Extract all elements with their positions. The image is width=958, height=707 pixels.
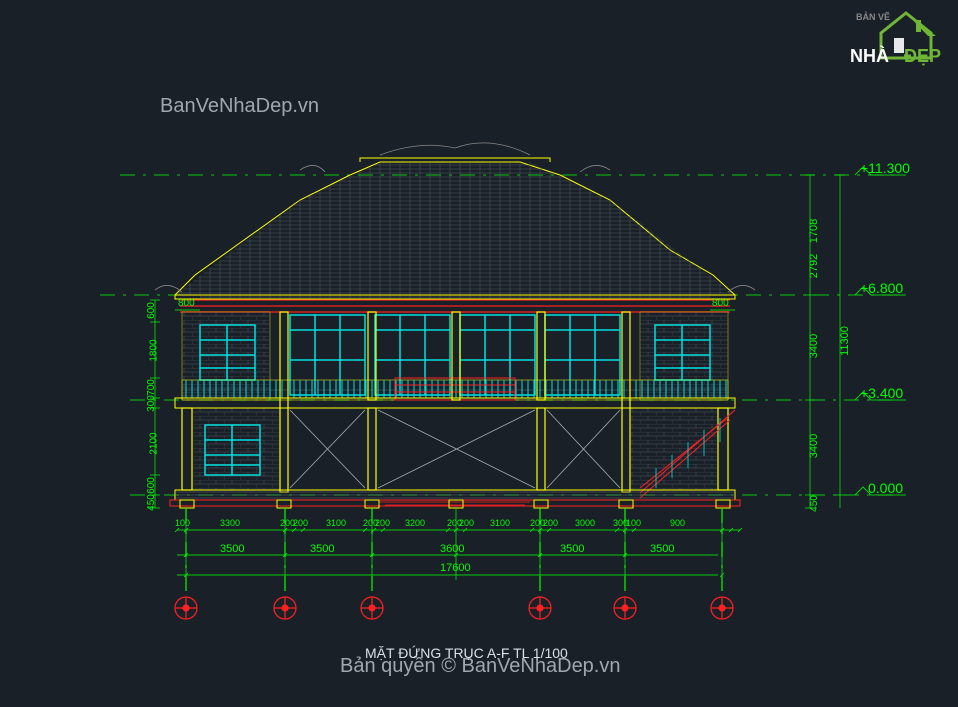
elevation-label-4: 0.000 — [868, 480, 903, 496]
hdim1-16: 900 — [670, 518, 685, 528]
hdim1-4: 3100 — [326, 518, 346, 528]
vdim-2: 2792 — [808, 254, 820, 278]
dim-800-right: 800 — [712, 298, 729, 309]
elevation-label-3: +3.400 — [860, 385, 903, 401]
hdim1-7: 3200 — [405, 518, 425, 528]
hdim1-1: 3300 — [220, 518, 240, 528]
hdim1-10: 3100 — [490, 518, 510, 528]
hdim1-6: 200 — [375, 518, 390, 528]
hdim2-4: 3500 — [650, 543, 674, 555]
hdim1-12: 200 — [543, 518, 558, 528]
lvdim-6: 600 — [146, 477, 157, 494]
vdim-3: 3400 — [808, 334, 820, 358]
elevation-label-2: +6.800 — [860, 280, 903, 296]
vdim-5: 11300 — [839, 326, 851, 356]
lvdim-2: 1800 — [149, 339, 160, 361]
hdim1-13: 3000 — [575, 518, 595, 528]
elevation-label-1: +11.300 — [860, 160, 910, 176]
hdim1-3: 200 — [293, 518, 308, 528]
hdim2-2: 3600 — [440, 543, 464, 555]
hdim1-15: 100 — [626, 518, 641, 528]
drawing-title: MẶT ĐỨNG TRỤC A-F TL 1/100 — [365, 645, 568, 661]
lvdim-3: 700 — [146, 379, 157, 396]
lvdim-4: 300 — [146, 395, 157, 412]
vdim-6: 450 — [809, 495, 820, 512]
lvdim-5: 2100 — [149, 432, 160, 454]
vdim-4: 3400 — [808, 434, 820, 458]
hdim2-3: 3500 — [560, 543, 584, 555]
lvdim-7: 450 — [146, 494, 157, 511]
hdim-total: 17600 — [440, 562, 471, 574]
dim-800-left: 800 — [178, 298, 195, 309]
hdim1-0: 100 — [175, 518, 190, 528]
hdim2-0: 3500 — [220, 543, 244, 555]
lvdim-1: 600 — [146, 302, 157, 319]
vdim-1: 1708 — [808, 219, 820, 243]
hdim1-9: 200 — [459, 518, 474, 528]
hdim2-1: 3500 — [310, 543, 334, 555]
